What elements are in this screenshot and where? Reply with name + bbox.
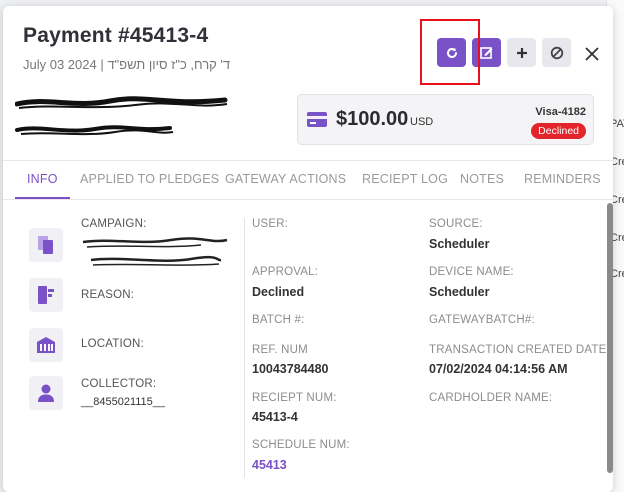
transaction-created-value: 07/02/2024 04:14:56 AM xyxy=(429,362,568,376)
credit-card-icon xyxy=(307,112,327,127)
ban-icon xyxy=(550,46,563,59)
cardholder-name-label: CARDHOLDER NAME: xyxy=(429,392,553,404)
divider xyxy=(3,199,613,200)
reason-icon xyxy=(38,286,54,304)
close-button[interactable] xyxy=(582,44,602,64)
campaign-icon-box xyxy=(29,228,63,262)
batch-label: BATCH #: xyxy=(252,314,305,326)
card-number: Visa-4182 xyxy=(535,106,586,118)
scrollbar[interactable] xyxy=(607,203,613,473)
redacted-campaign-value xyxy=(82,237,228,266)
collector-value: __8455021115__ xyxy=(81,396,166,408)
payment-amount: $100.00 xyxy=(336,108,409,130)
payment-currency: USD xyxy=(410,116,434,128)
user-icon xyxy=(38,384,54,402)
building-icon xyxy=(37,337,55,353)
tab-gateway-actions[interactable]: GATEWAY ACTIONS xyxy=(225,172,346,186)
schedule-num-link[interactable]: 45413 xyxy=(252,458,287,472)
payment-date: July 03 2024 | ד' קרח, כ"ז סיון תשפ"ד xyxy=(23,57,231,72)
approval-label: APPROVAL: xyxy=(252,266,319,278)
receipt-num-label: RECIEPT NUM: xyxy=(252,392,337,404)
add-button[interactable] xyxy=(507,38,536,67)
source-label: SOURCE: xyxy=(429,218,483,230)
user-label: USER: xyxy=(252,218,289,230)
redacted-donor-name xyxy=(15,96,228,136)
campaign-label: CAMPAIGN: xyxy=(81,218,147,230)
collector-icon-box xyxy=(29,376,63,410)
location-icon-box xyxy=(29,328,63,362)
tab-info[interactable]: INFO xyxy=(27,172,58,186)
collector-label: COLLECTOR: xyxy=(81,378,157,390)
campaign-icon xyxy=(38,236,53,254)
status-badge: Declined xyxy=(531,123,586,139)
tab-reminders[interactable]: REMINDERS xyxy=(524,172,601,186)
source-value: Scheduler xyxy=(429,237,490,251)
transaction-created-label: TRANSACTION CREATED DATE: xyxy=(429,344,610,356)
plus-icon xyxy=(516,47,527,58)
close-icon xyxy=(585,47,599,61)
column-divider xyxy=(244,218,245,478)
annotation-highlight-box xyxy=(420,19,480,85)
tab-applied-to-pledges[interactable]: APPLIED TO PLEDGES xyxy=(80,172,219,186)
gateway-batch-label: GATEWAYBATCH#: xyxy=(429,314,535,326)
device-name-value: Scheduler xyxy=(429,285,490,299)
edit-icon xyxy=(480,47,493,59)
location-label: LOCATION: xyxy=(81,338,144,350)
ref-num-label: REF. NUM xyxy=(252,344,308,356)
tab-notes[interactable]: NOTES xyxy=(460,172,504,186)
void-button[interactable] xyxy=(542,38,571,67)
ref-num-value: 10043784480 xyxy=(252,362,329,376)
payment-summary-card: $100.00 USD Visa-4182 Declined xyxy=(297,94,594,145)
page-title: Payment #45413-4 xyxy=(23,24,209,47)
approval-value: Declined xyxy=(252,285,305,299)
schedule-num-label: SCHEDULE NUM: xyxy=(252,439,350,451)
tab-reciept-log[interactable]: RECIEPT LOG xyxy=(362,172,448,186)
reason-icon-box xyxy=(29,278,63,312)
reason-label: REASON: xyxy=(81,289,135,301)
receipt-num-value: 45413-4 xyxy=(252,410,298,424)
divider xyxy=(3,160,613,161)
device-name-label: DEVICE NAME: xyxy=(429,266,514,278)
payment-modal: Payment #45413-4 July 03 2024 | ד' קרח, … xyxy=(3,6,613,492)
